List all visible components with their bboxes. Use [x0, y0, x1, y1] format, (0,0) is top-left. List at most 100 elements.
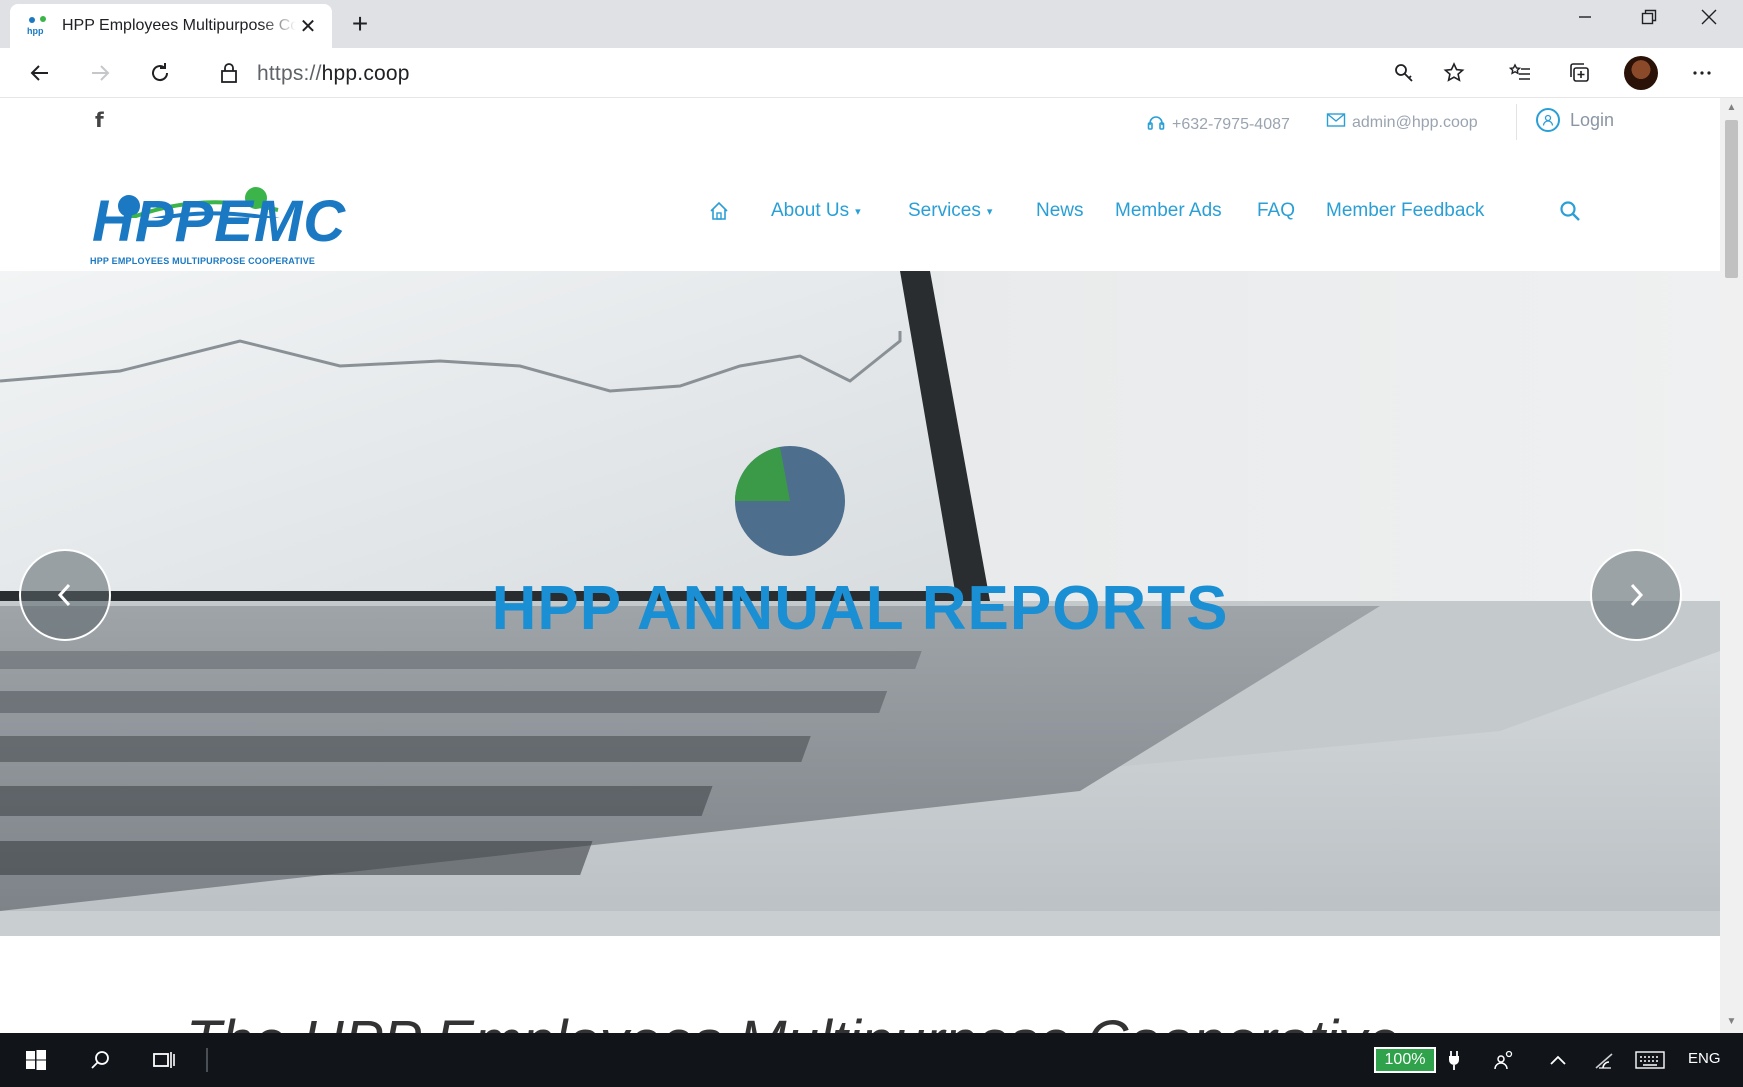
- web-page: f +632-7975-4087 admin@hpp.coop Login HP…: [0, 98, 1720, 1033]
- user-icon: [1536, 108, 1560, 132]
- tab-close-icon[interactable]: ✕: [296, 14, 320, 38]
- contact-email[interactable]: admin@hpp.coop: [1326, 112, 1478, 133]
- key-search-icon: [1395, 64, 1413, 82]
- chevron-right-icon: [1630, 583, 1644, 607]
- arrow-right-icon: [92, 65, 110, 81]
- phone-text: +632-7975-4087: [1172, 115, 1290, 133]
- headset-icon: [1146, 112, 1166, 137]
- nav-faq-label: FAQ: [1257, 200, 1296, 221]
- favorite-star-button[interactable]: [1436, 55, 1472, 91]
- scroll-thumb[interactable]: [1725, 120, 1738, 278]
- refresh-button[interactable]: [142, 55, 178, 91]
- login-link[interactable]: Login: [1536, 108, 1614, 132]
- site-search-button[interactable]: [1558, 196, 1582, 226]
- collections-icon: [1570, 63, 1589, 82]
- scroll-up-icon[interactable]: ▲: [1725, 102, 1738, 114]
- hero-carousel[interactable]: HPP ANNUAL REPORTS: [0, 271, 1720, 936]
- search-icon: [1560, 201, 1580, 221]
- power-plug-icon: [1444, 1043, 1464, 1077]
- nav-member-ads-label: Member Ads: [1115, 200, 1222, 221]
- nav-home[interactable]: [708, 196, 730, 226]
- profile-avatar[interactable]: [1624, 56, 1658, 90]
- language-indicator[interactable]: ENG: [1688, 1050, 1721, 1067]
- favorites-button[interactable]: [1502, 55, 1538, 91]
- svg-text:hpp: hpp: [27, 26, 44, 36]
- nav-services-label: Services: [908, 200, 981, 221]
- close-icon: [1701, 9, 1717, 25]
- facebook-icon[interactable]: f: [95, 108, 104, 132]
- chevron-up-icon: [1550, 1055, 1566, 1065]
- favorites-list-icon: [1508, 63, 1530, 80]
- browser-tabstrip: hpp HPP Employees Multipurpose Co ✕ +: [0, 0, 1743, 48]
- chevron-down-icon: ▾: [986, 205, 993, 218]
- tab-title: HPP Employees Multipurpose Co: [62, 17, 296, 34]
- lock-icon: [221, 63, 237, 83]
- logo-tagline: HPP EMPLOYEES MULTIPURPOSE COOPERATIVE: [90, 256, 316, 266]
- star-icon: [1443, 62, 1465, 82]
- settings-more-button[interactable]: [1684, 55, 1720, 91]
- logo-text: HPPEMC: [92, 189, 347, 254]
- forward-button[interactable]: [82, 55, 118, 91]
- search-icon: [91, 1051, 109, 1069]
- page-scrollbar[interactable]: ▲ ▼: [1720, 98, 1743, 1033]
- nav-member-feedback-label: Member Feedback: [1326, 200, 1485, 221]
- collections-button[interactable]: [1562, 55, 1598, 91]
- carousel-next-button[interactable]: [1590, 549, 1682, 641]
- nav-member-feedback[interactable]: Member Feedback: [1326, 196, 1484, 226]
- nav-faq[interactable]: FAQ: [1257, 196, 1295, 226]
- taskbar-search-button[interactable]: [82, 1043, 118, 1077]
- nav-news-label: News: [1036, 200, 1084, 221]
- nav-services[interactable]: Services ▾: [908, 196, 992, 226]
- keyboard-icon[interactable]: [1632, 1043, 1668, 1077]
- task-view-button[interactable]: [146, 1043, 182, 1077]
- arrow-left-icon: [30, 65, 48, 81]
- address-bar[interactable]: https://hpp.coop: [205, 54, 1490, 92]
- topbar-divider: [1516, 104, 1517, 140]
- url-host: hpp.coop: [321, 62, 410, 85]
- windows-logo-icon: [26, 1050, 46, 1070]
- close-window-button[interactable]: [1680, 0, 1738, 34]
- login-label: Login: [1570, 109, 1615, 130]
- nav-about-us[interactable]: About Us ▾: [771, 196, 861, 226]
- show-hidden-icons-button[interactable]: [1544, 1043, 1572, 1077]
- back-button[interactable]: [22, 55, 58, 91]
- battery-indicator[interactable]: 100%: [1374, 1047, 1436, 1073]
- nav-member-ads[interactable]: Member Ads: [1115, 196, 1222, 226]
- site-favicon-icon: hpp: [27, 16, 46, 36]
- url-text[interactable]: https://hpp.coop: [257, 62, 410, 86]
- restore-icon: [1641, 9, 1657, 25]
- battery-percent: 100%: [1384, 1051, 1426, 1068]
- start-button[interactable]: [18, 1043, 54, 1077]
- hero-headline: HPP ANNUAL REPORTS: [491, 574, 1229, 643]
- more-dots-icon: [1693, 71, 1711, 75]
- chevron-left-icon: [57, 583, 71, 607]
- people-icon[interactable]: [1490, 1043, 1518, 1077]
- browser-tab-active[interactable]: hpp HPP Employees Multipurpose Co ✕: [10, 4, 332, 48]
- email-text: admin@hpp.coop: [1352, 113, 1478, 131]
- welcome-heading-partial: The HPP Employees Multipurpose Cooperati…: [186, 1008, 1399, 1033]
- minimize-icon: [1579, 16, 1591, 18]
- site-topbar: f +632-7975-4087 admin@hpp.coop Login: [0, 98, 1720, 142]
- contact-phone[interactable]: +632-7975-4087: [1146, 112, 1290, 137]
- site-logo[interactable]: HPPEMC HPP EMPLOYEES MULTIPURPOSE COOPER…: [88, 148, 373, 268]
- zoom-button[interactable]: [1386, 55, 1422, 91]
- task-view-icon: [153, 1052, 175, 1068]
- restore-button[interactable]: [1620, 0, 1678, 34]
- chevron-down-icon: ▾: [855, 205, 861, 218]
- screen: hpp HPP Employees Multipurpose Co ✕ + ht…: [0, 0, 1743, 1087]
- url-scheme: https://: [257, 62, 322, 85]
- nav-about-label: About Us: [771, 200, 850, 221]
- taskbar-divider: [204, 1043, 210, 1077]
- browser-toolbar: https://hpp.coop: [0, 48, 1743, 98]
- nav-news[interactable]: News: [1036, 196, 1084, 226]
- welcome-heading-text: The HPP Employees Multipurpose Cooperati…: [186, 1009, 1399, 1033]
- scroll-down-icon[interactable]: ▼: [1725, 1016, 1738, 1028]
- home-icon: [710, 201, 728, 220]
- new-tab-button[interactable]: +: [344, 8, 376, 40]
- mail-icon: [1326, 112, 1346, 133]
- carousel-prev-button[interactable]: [19, 549, 111, 641]
- wifi-icon[interactable]: [1590, 1043, 1618, 1077]
- refresh-icon: [152, 63, 169, 82]
- windows-taskbar: 100% ENG: [0, 1033, 1743, 1087]
- minimize-button[interactable]: [1556, 0, 1614, 34]
